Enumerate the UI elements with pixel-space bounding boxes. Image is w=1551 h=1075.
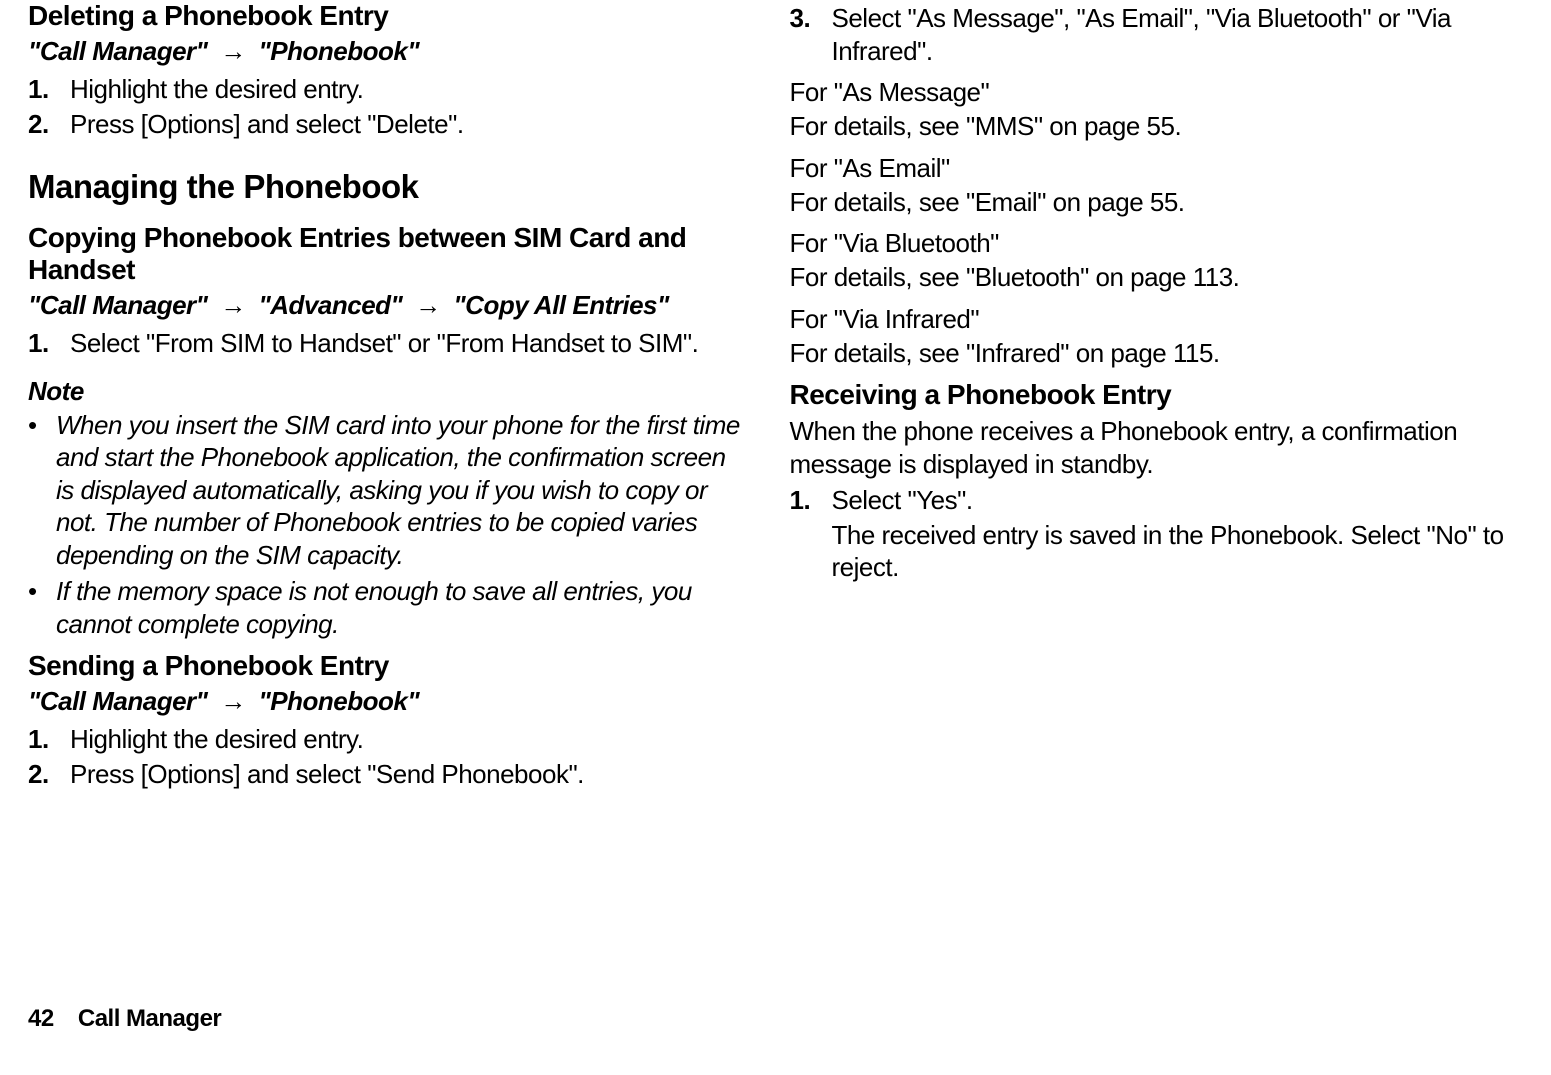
step-text: Select "From SIM to Handset" or "From Ha… — [70, 327, 750, 360]
nav-path-sending: "Call Manager" → "Phonebook" — [28, 686, 750, 717]
step-number: 3. — [790, 2, 832, 35]
step-item: 1. Highlight the desired entry. — [28, 73, 750, 106]
heading-deleting-entry: Deleting a Phonebook Entry — [28, 0, 750, 32]
step-number: 1. — [790, 484, 832, 517]
step-text: Select "As Message", "As Email", "Via Bl… — [832, 2, 1512, 67]
nav-segment: "Call Manager" — [28, 290, 207, 320]
arrow-right-icon: → — [220, 36, 246, 67]
nav-segment: "Copy All Entries" — [453, 290, 669, 320]
step-number: 2. — [28, 758, 70, 791]
nav-segment: "Call Manager" — [28, 36, 207, 66]
heading-sending-entry: Sending a Phonebook Entry — [28, 650, 750, 682]
left-column: Deleting a Phonebook Entry "Call Manager… — [28, 0, 770, 792]
step-text: Select "Yes". The received entry is save… — [832, 484, 1512, 584]
for-as-email-body: For details, see "Email" on page 55. — [790, 186, 1512, 219]
step-subtext: The received entry is saved in the Phone… — [832, 519, 1512, 584]
steps-deleting: 1. Highlight the desired entry. 2. Press… — [28, 73, 750, 140]
step-text-line: Select "Yes". — [832, 485, 973, 515]
nav-path-copying: "Call Manager" → "Advanced" → "Copy All … — [28, 290, 750, 321]
step-item: 2. Press [Options] and select "Send Phon… — [28, 758, 750, 791]
for-as-message-body: For details, see "MMS" on page 55. — [790, 110, 1512, 143]
step-text: Highlight the desired entry. — [70, 73, 750, 106]
step-number: 1. — [28, 723, 70, 756]
footer-section: Call Manager — [78, 1005, 221, 1032]
nav-segment: "Advanced" — [258, 290, 402, 320]
step-text: Highlight the desired entry. — [70, 723, 750, 756]
note-text: If the memory space is not enough to sav… — [56, 575, 750, 640]
step-text: Press [Options] and select "Delete". — [70, 108, 750, 141]
step-number: 1. — [28, 327, 70, 360]
heading-managing-phonebook: Managing the Phonebook — [28, 168, 750, 206]
receiving-para: When the phone receives a Phonebook entr… — [790, 415, 1512, 480]
nav-path-deleting: "Call Manager" → "Phonebook" — [28, 36, 750, 67]
step-number: 2. — [28, 108, 70, 141]
nav-segment: "Phonebook" — [258, 36, 419, 66]
step-item: 2. Press [Options] and select "Delete". — [28, 108, 750, 141]
for-as-email-head: For "As Email" — [790, 153, 1512, 184]
nav-segment: "Phonebook" — [258, 686, 419, 716]
for-via-infrared-head: For "Via Infrared" — [790, 304, 1512, 335]
note-list: • When you insert the SIM card into your… — [28, 409, 750, 641]
manual-page: Deleting a Phonebook Entry "Call Manager… — [0, 0, 1551, 1075]
step-text: Press [Options] and select "Send Phonebo… — [70, 758, 750, 791]
heading-copying-entries: Copying Phonebook Entries between SIM Ca… — [28, 222, 750, 286]
note-item: • When you insert the SIM card into your… — [28, 409, 750, 572]
step-item: 1. Select "Yes". The received entry is s… — [790, 484, 1512, 584]
steps-copying: 1. Select "From SIM to Handset" or "From… — [28, 327, 750, 360]
right-column: 3. Select "As Message", "As Email", "Via… — [770, 0, 1512, 792]
page-number: 42 — [28, 1005, 54, 1032]
note-text: When you insert the SIM card into your p… — [56, 409, 750, 572]
steps-sending: 1. Highlight the desired entry. 2. Press… — [28, 723, 750, 790]
for-via-bluetooth-body: For details, see "Bluetooth" on page 113… — [790, 261, 1512, 294]
two-column-layout: Deleting a Phonebook Entry "Call Manager… — [0, 0, 1551, 792]
steps-sending-cont: 3. Select "As Message", "As Email", "Via… — [790, 2, 1512, 67]
bullet-icon: • — [28, 409, 56, 442]
steps-receiving: 1. Select "Yes". The received entry is s… — [790, 484, 1512, 584]
step-item: 3. Select "As Message", "As Email", "Via… — [790, 2, 1512, 67]
arrow-right-icon: → — [415, 290, 441, 321]
note-label: Note — [28, 376, 750, 407]
arrow-right-icon: → — [220, 290, 246, 321]
nav-segment: "Call Manager" — [28, 686, 207, 716]
arrow-right-icon: → — [220, 686, 246, 717]
step-item: 1. Select "From SIM to Handset" or "From… — [28, 327, 750, 360]
for-as-message-head: For "As Message" — [790, 77, 1512, 108]
heading-receiving-entry: Receiving a Phonebook Entry — [790, 379, 1512, 411]
step-item: 1. Highlight the desired entry. — [28, 723, 750, 756]
note-item: • If the memory space is not enough to s… — [28, 575, 750, 640]
bullet-icon: • — [28, 575, 56, 608]
for-via-bluetooth-head: For "Via Bluetooth" — [790, 228, 1512, 259]
step-number: 1. — [28, 73, 70, 106]
page-footer: 42 Call Manager — [28, 1005, 221, 1033]
for-via-infrared-body: For details, see "Infrared" on page 115. — [790, 337, 1512, 370]
